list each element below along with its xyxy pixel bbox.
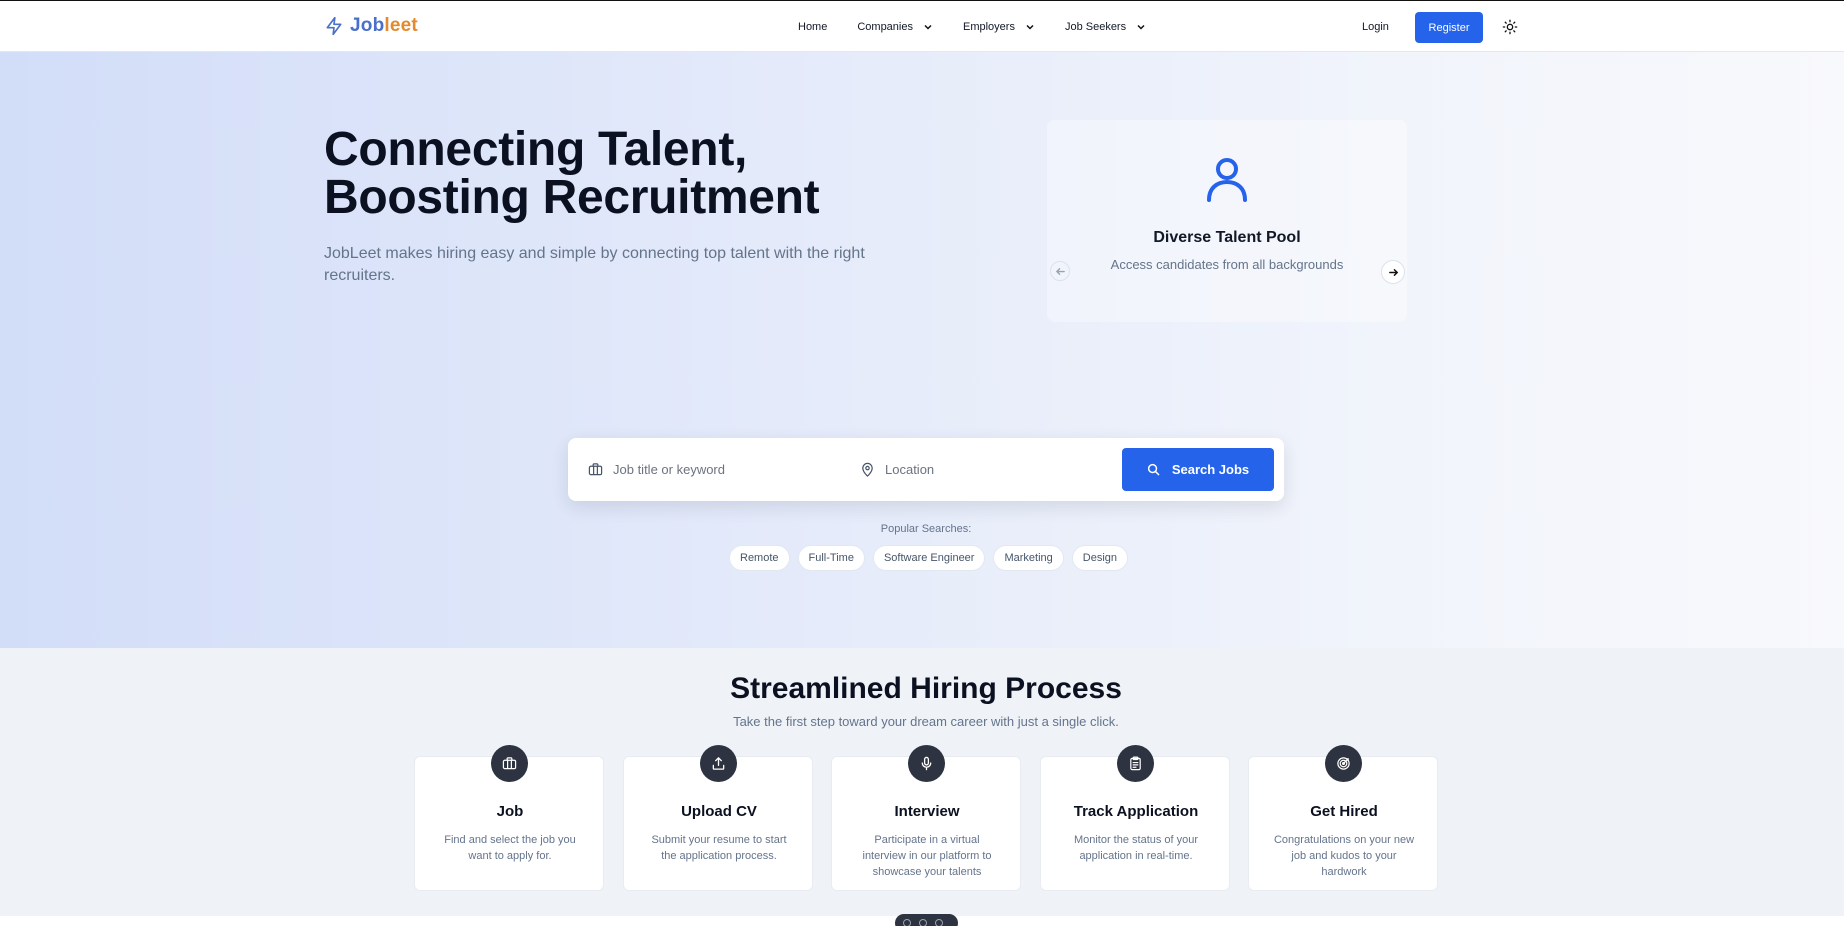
login-link[interactable]: Login — [1362, 21, 1389, 33]
microphone-icon — [908, 745, 945, 782]
card-description: Congratulations on your new job and kudo… — [1273, 834, 1415, 878]
job-keyword-field — [588, 438, 833, 501]
process-card-get-hired: Get Hired Congratulations on your new jo… — [1248, 745, 1438, 891]
nav-companies-label: Companies — [857, 20, 913, 33]
arrow-right-icon — [1388, 268, 1398, 276]
chevron-down-icon — [1026, 24, 1034, 30]
main-nav: Home Companies Employers Job Seekers — [798, 1, 1176, 52]
hero-title-line-1: Connecting Talent, — [324, 123, 748, 176]
search-icon — [1147, 463, 1160, 476]
carousel-prev-button[interactable] — [1050, 261, 1070, 281]
map-pin-icon — [862, 462, 873, 477]
card-description: Submit your resume to start the applicat… — [651, 834, 787, 862]
popular-tag-software-engineer[interactable]: Software Engineer — [872, 545, 986, 571]
upload-icon — [700, 745, 737, 782]
clipboard-icon — [1117, 745, 1154, 782]
nav-employers-label: Employers — [962, 20, 1015, 33]
location-field — [860, 438, 1105, 501]
card-title: Job — [496, 803, 524, 820]
register-button[interactable]: Register — [1415, 12, 1483, 43]
popular-tag-full-time[interactable]: Full-Time — [797, 545, 865, 571]
nav-job-seekers-dropdown[interactable]: Job Seekers — [1065, 21, 1146, 33]
card-title: Upload CV — [681, 803, 757, 820]
popular-tag-remote[interactable]: Remote — [729, 545, 790, 571]
toolbar-dot-icon — [919, 919, 927, 926]
sun-icon[interactable] — [1502, 19, 1518, 35]
process-title: Streamlined Hiring Process — [730, 672, 1122, 705]
feature-carousel: Diverse Talent Pool Access candidates fr… — [1047, 120, 1407, 322]
process-card-interview: Interview Participate in a virtual inter… — [831, 745, 1021, 891]
carousel-next-button[interactable] — [1381, 260, 1405, 284]
popular-searches: Remote Full-Time Software Engineer Marke… — [729, 545, 1129, 571]
logo[interactable]: Jobleet — [324, 15, 418, 37]
toolbar-dot-icon — [935, 919, 943, 926]
hero-title-line-2: Boosting Recruitment — [324, 171, 820, 224]
hero-subtitle: JobLeet makes hiring easy and simple by … — [324, 245, 865, 284]
lightning-icon — [326, 16, 342, 36]
card-title: Interview — [894, 803, 960, 820]
chevron-down-icon — [1137, 24, 1145, 30]
popular-tag-design[interactable]: Design — [1071, 545, 1129, 571]
arrow-left-icon — [1055, 267, 1065, 275]
job-keyword-input[interactable] — [613, 462, 833, 477]
card-title: Track Application — [1073, 803, 1199, 820]
nav-home[interactable]: Home — [798, 21, 827, 33]
carousel-description: Access candidates from all backgrounds — [1110, 257, 1344, 272]
card-description: Monitor the status of your application i… — [1073, 834, 1199, 862]
process-card-track-application: Track Application Monitor the status of … — [1040, 745, 1230, 891]
chevron-down-icon — [924, 24, 932, 30]
search-jobs-label: Search Jobs — [1171, 462, 1250, 477]
user-icon — [1207, 158, 1247, 202]
nav-home-label: Home — [798, 20, 828, 33]
hero-title: Connecting Talent, Boosting Recruitment — [324, 123, 820, 224]
nav-companies-dropdown[interactable]: Companies — [857, 21, 933, 33]
process-card-job: Job Find and select the job you want to … — [414, 745, 604, 891]
nav-employers-dropdown[interactable]: Employers — [963, 21, 1035, 33]
navbar: Jobleet Home Companies Employers Job See… — [0, 1, 1844, 52]
popular-searches-label: Popular Searches: — [880, 523, 972, 535]
briefcase-icon — [491, 745, 528, 782]
floating-toolbar[interactable] — [895, 914, 958, 926]
process-card-upload-cv: Upload CV Submit your resume to start th… — [623, 745, 813, 891]
search-jobs-button[interactable]: Search Jobs — [1122, 448, 1274, 491]
job-search-bar: Search Jobs — [568, 438, 1284, 501]
nav-job-seekers-label: Job Seekers — [1064, 20, 1127, 33]
card-description: Participate in a virtual interview in ou… — [862, 834, 992, 878]
briefcase-icon — [588, 463, 603, 476]
hiring-process-section: Streamlined Hiring Process Take the firs… — [0, 648, 1844, 916]
location-input[interactable] — [885, 462, 1105, 477]
hero-section: Connecting Talent, Boosting Recruitment … — [0, 52, 1844, 648]
card-title: Get Hired — [1310, 803, 1378, 820]
logo-text: Jobleet — [350, 15, 418, 36]
target-icon — [1325, 745, 1362, 782]
card-description: Find and select the job you want to appl… — [444, 834, 576, 862]
carousel-title: Diverse Talent Pool — [1153, 229, 1301, 246]
toolbar-dot-icon — [903, 919, 911, 926]
process-subtitle: Take the first step toward your dream ca… — [733, 714, 1119, 729]
popular-tag-marketing[interactable]: Marketing — [993, 545, 1064, 571]
